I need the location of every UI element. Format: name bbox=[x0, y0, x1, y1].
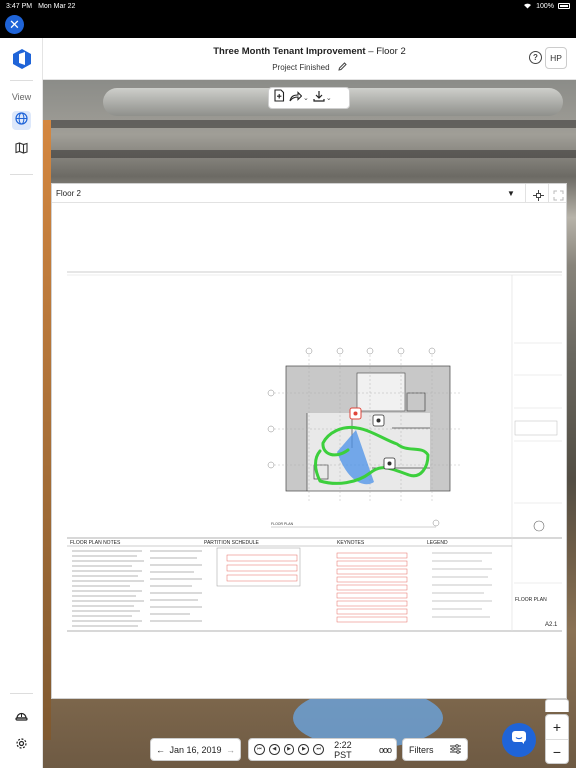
gear-icon bbox=[15, 737, 28, 755]
download-button[interactable]: ⌄ bbox=[313, 90, 332, 106]
notes-heading: FLOOR PLAN NOTES bbox=[70, 540, 121, 546]
globe-view-button[interactable] bbox=[12, 111, 31, 130]
divider bbox=[525, 184, 526, 203]
arrow-right-icon[interactable]: → bbox=[226, 745, 235, 755]
floor-dropdown[interactable]: ▼ bbox=[507, 189, 515, 198]
close-button[interactable]: ✕ bbox=[5, 15, 24, 34]
legend-heading: LEGEND bbox=[427, 540, 448, 546]
zoom-controls: + − bbox=[545, 714, 569, 764]
left-rail: View bbox=[0, 38, 43, 768]
capture-marker[interactable] bbox=[372, 414, 385, 427]
floor-label: Floor 2 bbox=[56, 189, 81, 198]
divider bbox=[548, 184, 549, 203]
step-back-icon[interactable]: ◀ bbox=[268, 744, 280, 755]
floor-name: Floor 2 bbox=[376, 46, 406, 57]
skip-forward-icon[interactable]: ⏭ bbox=[313, 744, 325, 755]
hardhat-icon bbox=[15, 709, 28, 727]
expand-icon[interactable] bbox=[553, 188, 564, 201]
column-edge bbox=[43, 120, 51, 740]
ceiling-beam bbox=[43, 150, 576, 158]
wifi-icon bbox=[523, 2, 532, 11]
battery-icon bbox=[558, 3, 570, 9]
hardhat-button[interactable] bbox=[12, 708, 31, 727]
panel-header: Floor 2 ▼ bbox=[52, 184, 566, 203]
zoom-out-button[interactable]: − bbox=[546, 740, 568, 765]
add-page-button[interactable] bbox=[273, 89, 285, 107]
floor-plan-sheet[interactable]: FLOOR PLAN FLOOR PLAN NOTES PARTITION SC… bbox=[52, 203, 568, 700]
chevron-down-icon: ⌄ bbox=[325, 95, 332, 102]
arrow-left-icon[interactable]: ← bbox=[156, 745, 165, 755]
capture-date[interactable]: Jan 16, 2019 bbox=[169, 745, 221, 755]
rail-divider bbox=[10, 693, 33, 694]
app-logo-icon bbox=[12, 48, 32, 70]
status-text: Project Finished bbox=[272, 63, 330, 72]
ceiling-beam bbox=[43, 120, 576, 128]
chat-button[interactable] bbox=[502, 723, 536, 757]
plan-label: FLOOR PLAN bbox=[271, 522, 294, 526]
download-icon bbox=[313, 89, 325, 107]
globe-icon bbox=[15, 111, 28, 130]
more-icon[interactable]: ooo bbox=[379, 745, 392, 755]
sheet-number: A2.1 bbox=[545, 622, 558, 628]
zoom-in-button[interactable]: + bbox=[546, 715, 568, 740]
page-title: Three Month Tenant Improvement – Floor 2 bbox=[43, 46, 576, 57]
share-button[interactable]: ⌄ bbox=[289, 90, 309, 106]
playback-controls: ⏮ ◀ ▶ ▶ ⏭ 2:22 PST ooo bbox=[248, 738, 397, 761]
pencil-icon[interactable] bbox=[338, 62, 347, 73]
recenter-icon[interactable] bbox=[533, 188, 544, 201]
capture-marker-selected[interactable] bbox=[349, 407, 362, 420]
skip-back-icon[interactable]: ⏮ bbox=[254, 744, 265, 755]
panel-toggle-tab[interactable] bbox=[545, 699, 569, 712]
chevron-down-icon: ⌄ bbox=[303, 95, 309, 102]
step-forward-icon[interactable]: ▶ bbox=[298, 744, 310, 755]
status-date: Mon Mar 22 bbox=[38, 2, 76, 10]
settings-button[interactable] bbox=[12, 736, 31, 755]
play-icon[interactable]: ▶ bbox=[283, 744, 295, 755]
header: Three Month Tenant Improvement – Floor 2… bbox=[43, 38, 576, 80]
status-bar: 3:47 PM Mon Mar 22 100% bbox=[0, 0, 576, 12]
map-icon bbox=[15, 141, 28, 159]
capture-marker[interactable] bbox=[383, 457, 396, 470]
battery-percent: 100% bbox=[536, 2, 554, 10]
view-label: View bbox=[11, 92, 32, 102]
chat-icon bbox=[511, 730, 527, 750]
help-icon[interactable]: ? bbox=[529, 51, 542, 64]
project-status: Project Finished bbox=[43, 62, 576, 73]
share-icon bbox=[289, 89, 303, 107]
map-view-button[interactable] bbox=[12, 140, 31, 159]
close-bar: ✕ bbox=[0, 12, 576, 38]
rail-divider bbox=[10, 80, 33, 81]
title-block-name: FLOOR PLAN bbox=[515, 597, 547, 603]
rail-divider bbox=[10, 174, 33, 175]
capture-time: 2:22 PST bbox=[334, 739, 352, 760]
viewer-toolbar: ⌄ ⌄ bbox=[268, 87, 350, 109]
schedule-heading: PARTITION SCHEDULE bbox=[204, 540, 259, 546]
add-document-icon bbox=[273, 89, 285, 107]
status-time: 3:47 PM bbox=[6, 2, 33, 10]
avatar[interactable]: HP bbox=[545, 47, 567, 69]
sliders-icon bbox=[450, 743, 461, 756]
project-name: Three Month Tenant Improvement bbox=[213, 46, 366, 57]
keynotes-heading: KEYNOTES bbox=[337, 540, 365, 546]
filters-label: Filters bbox=[409, 744, 434, 755]
floor-plan-panel: Floor 2 ▼ FLOOR PLAN FLOOR PLAN NOTES PA… bbox=[51, 183, 567, 699]
date-navigator: ← Jan 16, 2019 → bbox=[150, 738, 241, 761]
title-separator: – bbox=[368, 46, 374, 57]
filters-button[interactable]: Filters bbox=[402, 738, 468, 761]
